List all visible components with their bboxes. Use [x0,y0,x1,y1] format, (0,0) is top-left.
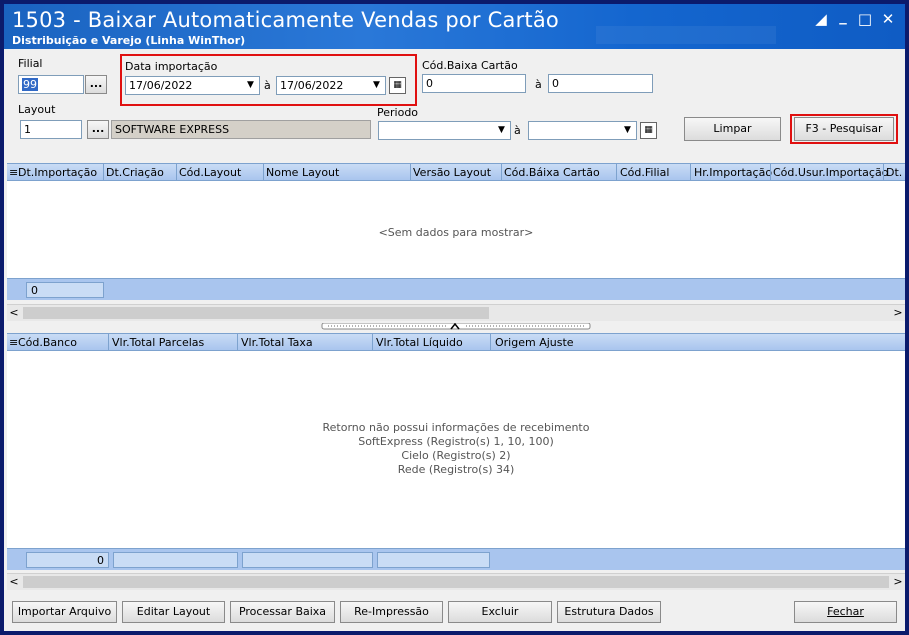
ate-label-2: à [535,78,542,91]
scroll-left-icon[interactable]: < [7,306,21,319]
grid2-col-vlr-taxa[interactable]: Vlr.Total Taxa [241,336,313,349]
grid1-col-versao-layout[interactable]: Versão Layout [413,166,491,179]
calendar-icon[interactable]: ▦ [640,122,657,139]
grid1-empty-message: <Sem dados para mostrar> [378,226,534,239]
grid1-col-dt-importacao[interactable]: Dt.Importação [18,166,97,179]
grid2-col-vlr-parcelas[interactable]: Vlr.Total Parcelas [112,336,204,349]
grid1-col-nome-layout[interactable]: Nome Layout [266,166,339,179]
excluir-button[interactable]: Excluir [448,601,552,623]
cod-baixa-fim-input[interactable]: 0 [548,74,653,93]
window-subtitle: Distribuição e Varejo (Linha WinThor) [12,34,246,47]
layout-lookup-button[interactable]: ... [87,120,109,139]
grid1-col-cod-layout[interactable]: Cód.Layout [179,166,241,179]
cod-baixa-inicio-input[interactable]: 0 [422,74,526,93]
splitter[interactable] [4,321,907,331]
grid1-col-dt[interactable]: Dt. [886,166,902,179]
estrutura-dados-button[interactable]: Estrutura Dados [557,601,661,623]
data-fim-value: 17/06/2022 [280,79,344,92]
grid1-header: ≡ Dt.Importação Dt.Criação Cód.Layout No… [7,163,905,181]
grid2-empty-line-4: Rede (Registro(s) 34) [397,463,515,476]
grid2-empty-line-3: Cielo (Registro(s) 2) [401,449,511,462]
grid2-body[interactable]: Retorno não possui informações de recebi… [7,351,905,548]
grid2-footer-parcelas [113,552,238,568]
grid1-col-dt-criacao[interactable]: Dt.Criação [106,166,164,179]
chevron-down-icon[interactable]: ▼ [369,78,384,93]
grid2-col-cod-banco[interactable]: Cód.Banco [18,336,77,349]
main-window: 1503 - Baixar Automaticamente Vendas por… [3,3,906,632]
periodo-inicio-input[interactable]: ▼ [378,121,511,140]
chevron-down-icon[interactable]: ▼ [494,123,509,138]
periodo-fim-input[interactable]: ▼ [528,121,637,140]
grid2-col-origem-ajuste[interactable]: Origem Ajuste [495,336,574,349]
editar-layout-button[interactable]: Editar Layout [122,601,225,623]
chevron-down-icon[interactable]: ▼ [620,123,635,138]
grid1-footer: 0 [7,278,905,300]
calendar-icon[interactable]: ▦ [389,77,406,94]
scroll-left-icon[interactable]: < [7,575,21,588]
ate-label-1: à [264,79,271,92]
grid2-hscrollbar[interactable]: < > [7,573,905,590]
restore-icon[interactable]: ◢ [812,10,830,28]
grid1-hscrollbar[interactable]: < > [7,304,905,321]
layout-input[interactable]: 1 [20,120,82,139]
scroll-right-icon[interactable]: > [891,306,905,319]
data-inicio-input[interactable]: 17/06/2022 ▼ [125,76,260,95]
reimpressao-button[interactable]: Re-Impressão [340,601,443,623]
grid1-body[interactable]: <Sem dados para mostrar> [7,181,905,278]
minimize-icon[interactable]: _ [834,7,852,25]
scroll-thumb[interactable] [23,576,889,588]
processar-baixa-button[interactable]: Processar Baixa [230,601,335,623]
grid2-footer-liquido [377,552,490,568]
chevron-down-icon[interactable]: ▼ [243,78,258,93]
grid2-footer: 0 [7,548,905,570]
maximize-icon[interactable]: □ [856,10,874,28]
importar-arquivo-button[interactable]: Importar Arquivo [12,601,117,623]
title-bar: 1503 - Baixar Automaticamente Vendas por… [4,4,905,49]
scroll-thumb[interactable] [23,307,489,319]
layout-name-field: SOFTWARE EXPRESS [111,120,371,139]
grid2-col-vlr-liquido[interactable]: Vlr.Total Líquido [376,336,463,349]
data-importacao-label: Data importação [125,60,218,73]
grid1-footer-count: 0 [26,282,104,298]
splitter-handle-icon[interactable] [4,322,907,331]
column-chooser-icon[interactable]: ≡ [9,166,18,179]
grid1-col-cod-filial[interactable]: Cód.Filial [620,166,669,179]
grid2-empty-line-1: Retorno não possui informações de recebi… [322,421,590,434]
fechar-button[interactable]: Fechar [794,601,897,623]
limpar-button[interactable]: Limpar [684,117,781,141]
grid1-col-cod-baixa[interactable]: Cód.Báixa Cartão [504,166,600,179]
periodo-label: Periodo [377,106,419,119]
filial-label: Filial [18,57,43,70]
window-title: 1503 - Baixar Automaticamente Vendas por… [12,8,559,32]
layout-label: Layout [18,103,56,116]
cod-baixa-label: Cód.Baixa Cartão [422,59,518,72]
filial-input[interactable]: 99 [18,75,84,94]
ate-label-3: à [514,124,521,137]
column-chooser-icon[interactable]: ≡ [9,336,18,349]
grid1-col-hr-importacao[interactable]: Hr.Importação [694,166,772,179]
pesquisar-button[interactable]: F3 - Pesquisar [794,117,894,141]
data-inicio-value: 17/06/2022 [129,79,193,92]
filial-value: 99 [22,78,38,91]
title-decoration [596,26,776,44]
close-icon[interactable]: ✕ [879,10,897,28]
grid1-col-cod-usur[interactable]: Cód.Usur.Importação [773,166,888,179]
grid2-header: ≡ Cód.Banco Vlr.Total Parcelas Vlr.Total… [7,333,905,351]
scroll-right-icon[interactable]: > [891,575,905,588]
filial-lookup-button[interactable]: ... [85,75,107,94]
data-fim-input[interactable]: 17/06/2022 ▼ [276,76,386,95]
grid2-footer-count: 0 [26,552,109,568]
grid2-empty-line-2: SoftExpress (Registro(s) 1, 10, 100) [358,435,554,448]
grid2-footer-taxa [242,552,373,568]
